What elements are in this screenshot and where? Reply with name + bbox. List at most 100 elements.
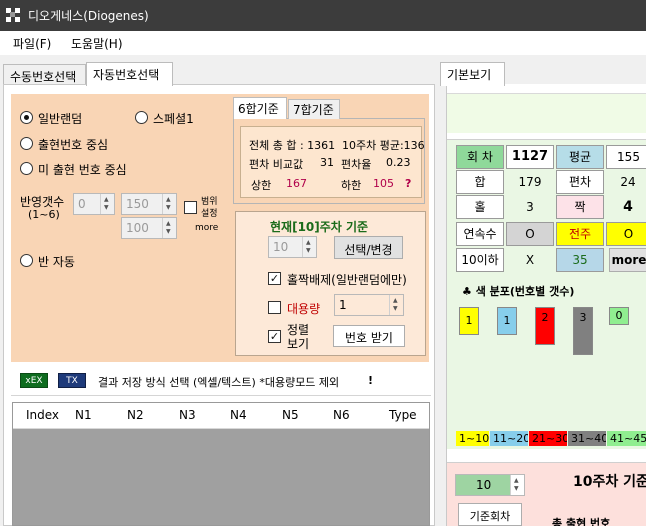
radio-unseen-label: 미 출현 번호 중심	[38, 163, 127, 177]
ball-count-11-20: 1	[497, 307, 517, 335]
radio-semi-auto[interactable]	[20, 254, 33, 267]
range-to-stepper[interactable]: 100 ▲ ▼	[121, 217, 177, 239]
save-method-text: 결과 저장 방식 선택 (엑셀/텍스트) *대용량모드 제외	[98, 376, 340, 389]
weeks-value: 10	[273, 240, 289, 254]
bottom-weeks-stepper[interactable]: 10 ▲ ▼	[455, 474, 525, 496]
total-sum: 전체 총 합 : 1361	[249, 139, 336, 152]
dev-value: 24	[620, 175, 636, 189]
round-value: 1127	[506, 145, 554, 169]
under-ten-label: 10이하	[456, 248, 504, 272]
stepper-arrows-icon[interactable]: ▲ ▼	[389, 295, 403, 315]
tab-basic-view[interactable]: 기본보기	[440, 62, 505, 86]
sorted-view-checkbox[interactable]: ✓	[268, 330, 281, 343]
col-n1[interactable]: N1	[75, 408, 92, 422]
col-type[interactable]: Type	[389, 408, 417, 422]
tab-auto-select[interactable]: 자동번호선택	[86, 62, 173, 86]
sorted-label-2: 보기	[287, 337, 310, 351]
reflect-count-value: 0	[78, 197, 86, 211]
range-from-stepper[interactable]: 150 ▲ ▼	[121, 193, 177, 215]
app-icon	[6, 8, 20, 22]
radio-random[interactable]	[20, 111, 33, 124]
col-n6[interactable]: N6	[333, 408, 350, 422]
mean-value: 155	[606, 145, 646, 169]
ten-week-avg: 10주차 평균:136	[342, 139, 425, 152]
reflect-range-label: (1~6)	[28, 208, 60, 221]
stepper-arrows-icon[interactable]: ▲ ▼	[162, 218, 176, 238]
divider	[11, 395, 431, 396]
range-more-link[interactable]: more	[195, 223, 218, 233]
col-n5[interactable]: N5	[282, 408, 299, 422]
lower-limit-value: 105	[373, 177, 394, 190]
radio-frequent[interactable]	[20, 137, 33, 150]
legend-21-30: 21~30	[529, 431, 567, 446]
bottom-title: 10주차 기준	[573, 474, 646, 490]
stats-help-link[interactable]: ?	[405, 177, 411, 190]
bulk-checkbox[interactable]	[268, 301, 281, 314]
distribution-title: ♣ 색 분포(번호별 갯수)	[462, 285, 575, 298]
round-label: 회 차	[456, 145, 504, 169]
stepper-arrows-icon[interactable]: ▲ ▼	[302, 237, 316, 257]
select-change-button[interactable]: 선택/변경	[334, 236, 403, 259]
menu-bar: 파일(F) 도움말(H)	[0, 31, 646, 55]
window-title: 디오게네스(Diogenes)	[28, 9, 149, 23]
legend-31-40: 31~40	[568, 431, 606, 446]
bulk-label: 대용량	[287, 302, 321, 316]
bulk-value: 1	[339, 298, 347, 312]
menu-file[interactable]: 파일(F)	[13, 35, 51, 52]
dev-label: 편차	[556, 170, 604, 194]
menu-help[interactable]: 도움말(H)	[71, 35, 123, 52]
legend-11-20: 11~20	[490, 431, 528, 446]
radio-random-label: 일반랜덤	[38, 112, 83, 126]
prev-week-label: 전주	[556, 222, 604, 246]
stepper-arrows-icon[interactable]: ▲ ▼	[100, 194, 114, 214]
prev-week-value: O	[606, 222, 646, 246]
consec-label: 연속수	[456, 222, 504, 246]
base-round-button[interactable]: 기준회차	[458, 503, 522, 526]
upper-limit-value: 167	[286, 177, 307, 190]
weeks-stepper[interactable]: 10 ▲ ▼	[268, 236, 317, 258]
legend-1-10: 1~10	[456, 431, 489, 446]
text-save-icon[interactable]: TX	[58, 373, 86, 388]
reflect-count-stepper[interactable]: 0 ▲ ▼	[73, 193, 115, 215]
dev-compare-value: 31	[320, 156, 334, 169]
excel-save-icon[interactable]: xEX	[20, 373, 48, 388]
tab-manual-select[interactable]: 수동번호선택	[3, 64, 86, 86]
stepper-arrows-icon[interactable]: ▲ ▼	[510, 475, 524, 495]
tab-sum-seven[interactable]: 7합기준	[288, 99, 340, 119]
number-35: 35	[556, 248, 604, 272]
get-numbers-button[interactable]: 번호 받기	[333, 325, 405, 347]
radio-semi-auto-label: 반 자동	[38, 255, 75, 269]
title-bar: 디오게네스(Diogenes)	[0, 0, 646, 31]
radio-unseen[interactable]	[20, 162, 33, 175]
stepper-arrows-icon[interactable]: ▲ ▼	[162, 194, 176, 214]
odd-even-checkbox[interactable]: ✓	[268, 272, 281, 285]
ball-count-31-40: 3	[573, 307, 593, 355]
odd-even-label: 홀짝배제(일반랜덤에만)	[287, 273, 407, 287]
table-header: Index N1 N2 N3 N4 N5 N6 Type	[13, 403, 429, 429]
ball-count-41-45: 0	[609, 307, 629, 325]
consec-value: O	[506, 222, 554, 246]
legend-41-45: 41~45	[607, 431, 646, 446]
col-n2[interactable]: N2	[127, 408, 144, 422]
ball-count-1-10: 1	[459, 307, 479, 335]
radio-special[interactable]	[135, 111, 148, 124]
col-n4[interactable]: N4	[230, 408, 247, 422]
sum-label: 합	[456, 170, 504, 194]
col-n3[interactable]: N3	[179, 408, 196, 422]
mean-label: 평균	[556, 145, 604, 169]
col-index[interactable]: Index	[26, 408, 59, 422]
current-week-title: 현재[10]주차 기준	[270, 220, 369, 234]
upper-limit-label: 상한	[251, 179, 272, 192]
bulk-stepper[interactable]: 1 ▲ ▼	[334, 294, 404, 316]
odd-label: 홀	[456, 195, 504, 219]
tab-sum-six[interactable]: 6합기준	[233, 97, 287, 119]
range-setting-checkbox[interactable]	[184, 201, 197, 214]
odd-value: 3	[526, 200, 534, 214]
more-button[interactable]: more	[609, 248, 646, 272]
total-appear-label: 총 출현 번호	[552, 517, 611, 526]
radio-special-label: 스페셜1	[153, 112, 194, 126]
results-table[interactable]: Index N1 N2 N3 N4 N5 N6 Type	[12, 402, 430, 526]
range-from-value: 150	[126, 197, 149, 211]
save-warning: !	[368, 374, 374, 387]
even-value: 4	[623, 199, 633, 215]
